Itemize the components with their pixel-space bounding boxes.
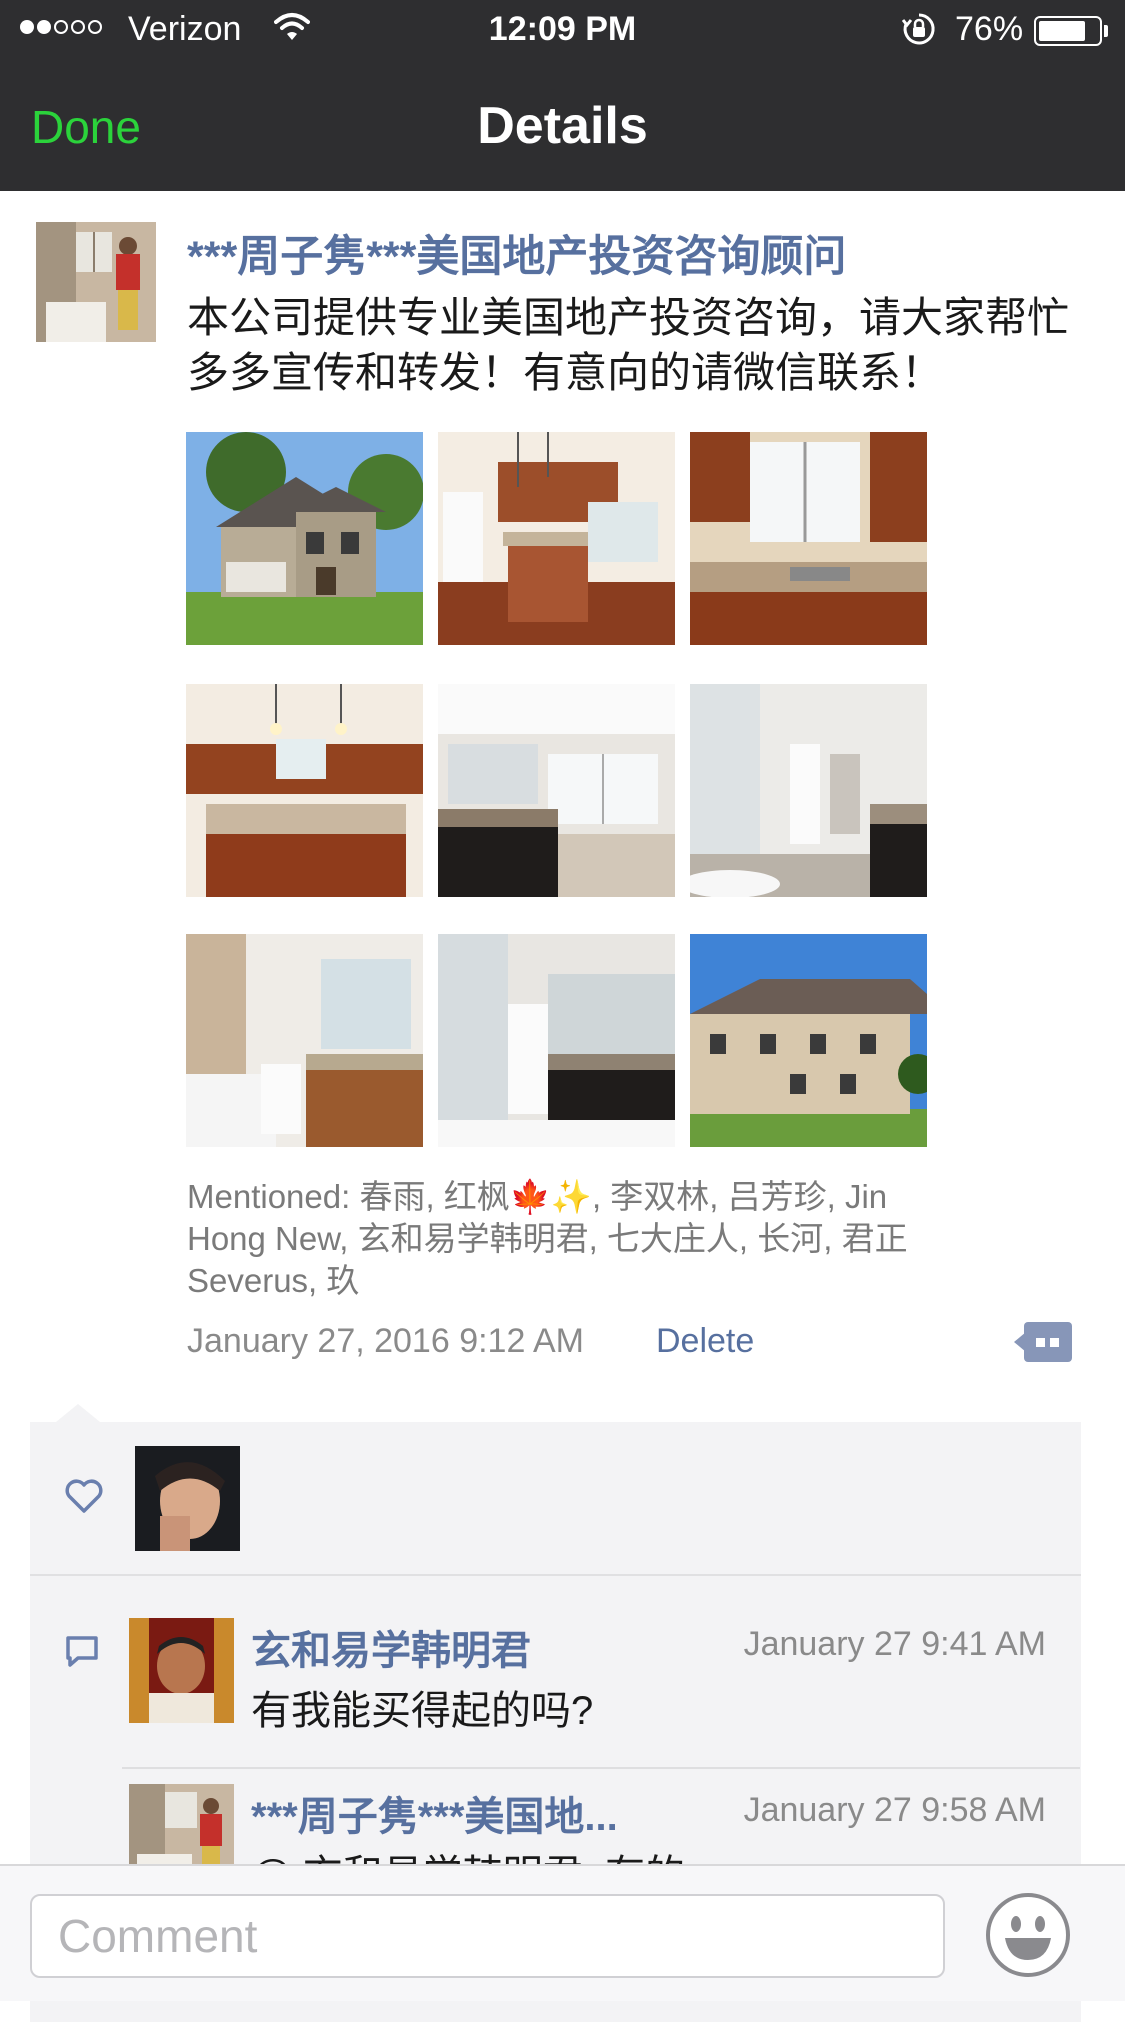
battery-icon — [1034, 16, 1102, 46]
battery-tip — [1104, 25, 1108, 37]
divider — [30, 1574, 1081, 1576]
delete-button[interactable]: Delete — [656, 1322, 754, 1361]
battery-level-fill — [1039, 21, 1085, 41]
top-bar: Verizon 12:09 PM 76% Done Details — [0, 0, 1125, 191]
comment-input-bar — [0, 1864, 1125, 2001]
comment-text: 有我能买得起的吗? — [251, 1689, 594, 1733]
shower-photo[interactable] — [690, 684, 927, 897]
comment-author-name[interactable]: ***周子隽***美国地... — [251, 1784, 618, 1842]
heart-icon — [65, 1479, 103, 1513]
rotation-lock-icon — [902, 13, 935, 45]
comment-author-name[interactable]: 玄和易学韩明君 — [251, 1618, 531, 1676]
kitchen-sink-photo[interactable] — [690, 432, 927, 645]
bathroom-photo[interactable] — [186, 934, 423, 1147]
post-timestamp: January 27, 2016 9:12 AM — [187, 1322, 584, 1360]
kitchen-island-photo[interactable] — [186, 684, 423, 897]
comment-separator — [122, 1767, 1080, 1769]
comment-input[interactable] — [30, 1894, 945, 1978]
comment-time: January 27 9:58 AM — [743, 1791, 1046, 1829]
house-exterior-photo[interactable] — [186, 432, 423, 645]
page-title: Details — [477, 97, 648, 155]
panel-arrow — [56, 1404, 100, 1422]
status-bar: Verizon 12:09 PM 76% — [0, 0, 1125, 64]
comment-time: January 27 9:41 AM — [743, 1625, 1046, 1663]
post-text: 本公司提供专业美国地产投资咨询，请大家帮忙多多宣传和转发！有意向的请微信联系！ — [187, 294, 1070, 396]
master-bath-photo[interactable] — [438, 934, 675, 1147]
post-author-name[interactable]: ***周子隽***美国地产投资咨询顾问 — [187, 222, 846, 284]
likes-row — [30, 1422, 1081, 1574]
liker-avatar[interactable] — [135, 1446, 240, 1551]
house-rear-photo[interactable] — [690, 934, 927, 1147]
kitchen-photo[interactable] — [438, 432, 675, 645]
comment-like-menu-icon[interactable] — [1014, 1320, 1074, 1364]
bathroom-vanity-photo[interactable] — [438, 684, 675, 897]
battery-percentage: 76% — [955, 10, 1024, 48]
author-avatar[interactable] — [36, 222, 156, 342]
mentioned-list: Mentioned: 春雨, 红枫🍁✨, 李双林, 吕芳珍, Jin Hong … — [187, 1178, 908, 1299]
commenter-avatar[interactable] — [129, 1618, 234, 1723]
comment-icon — [66, 1636, 98, 1667]
emoji-icon[interactable] — [985, 1892, 1071, 1978]
